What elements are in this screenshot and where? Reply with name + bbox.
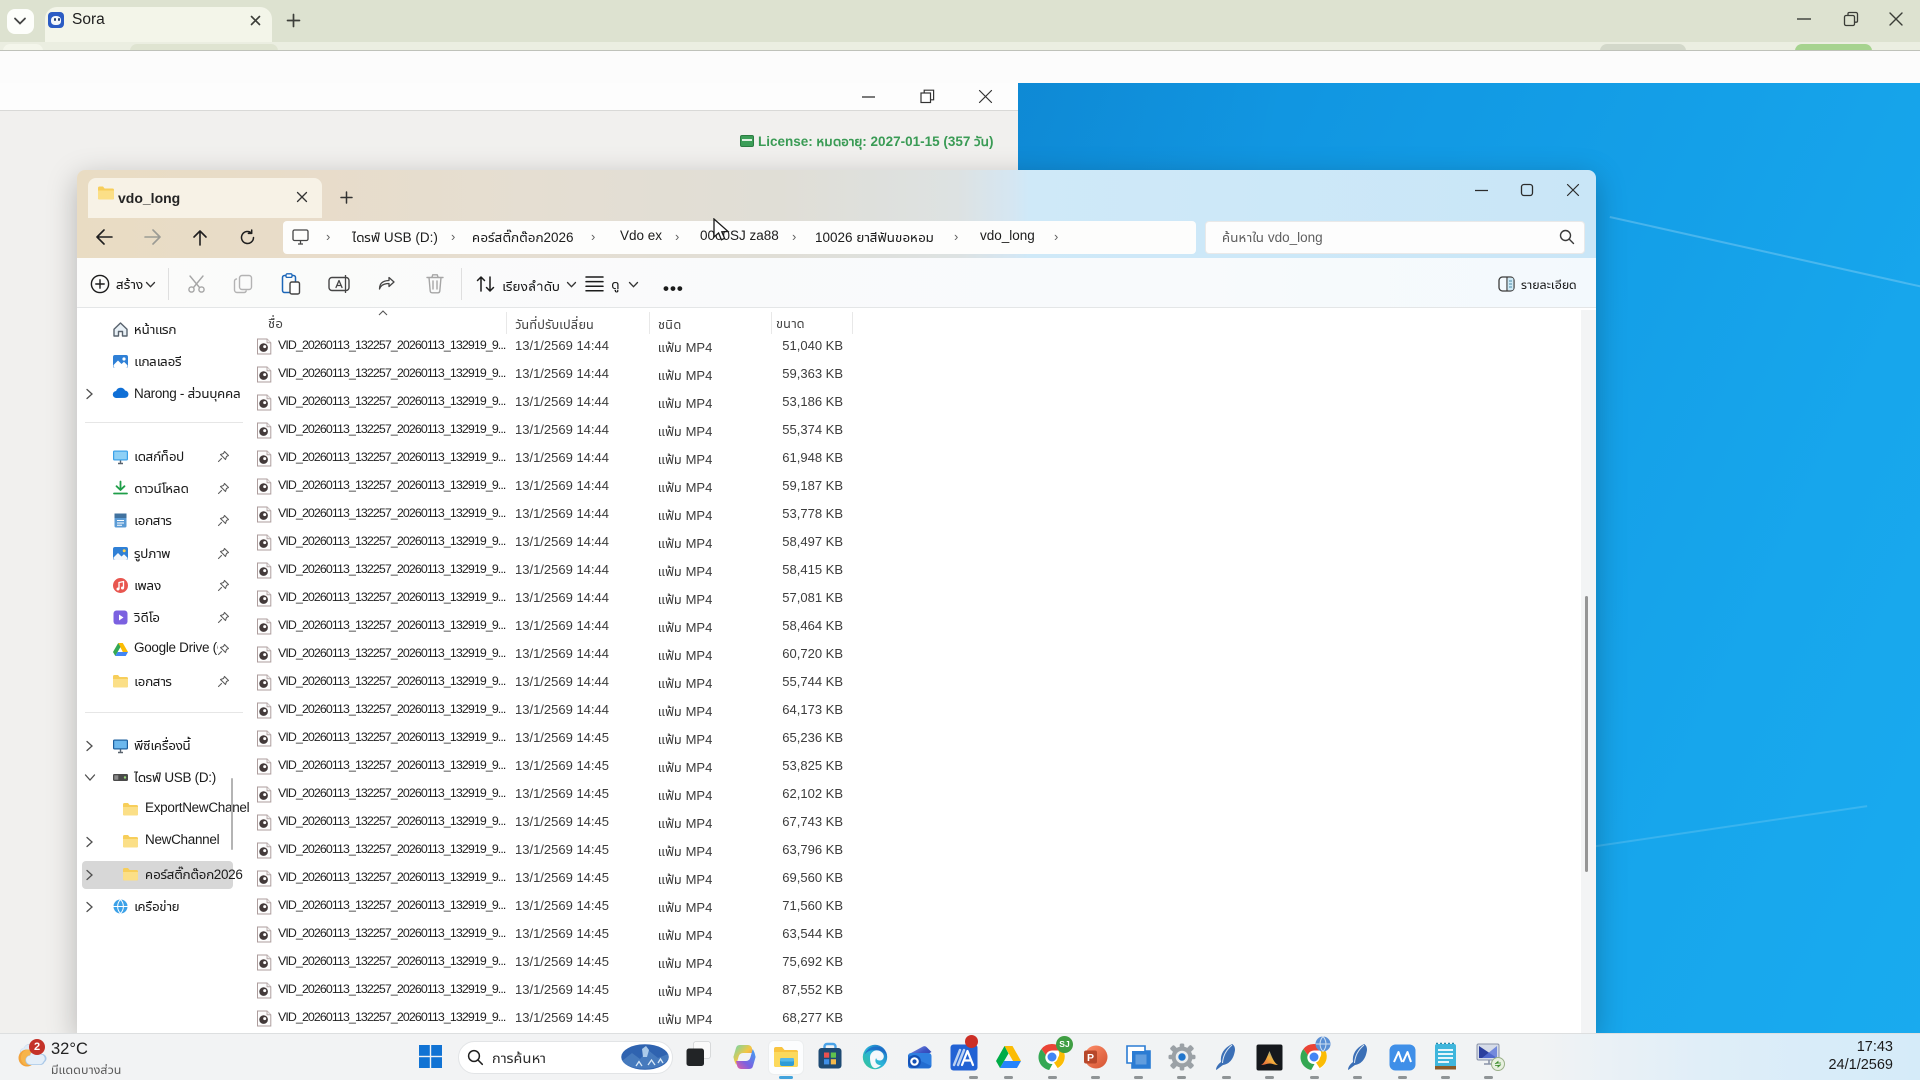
svg-text:P: P	[1087, 1052, 1094, 1064]
